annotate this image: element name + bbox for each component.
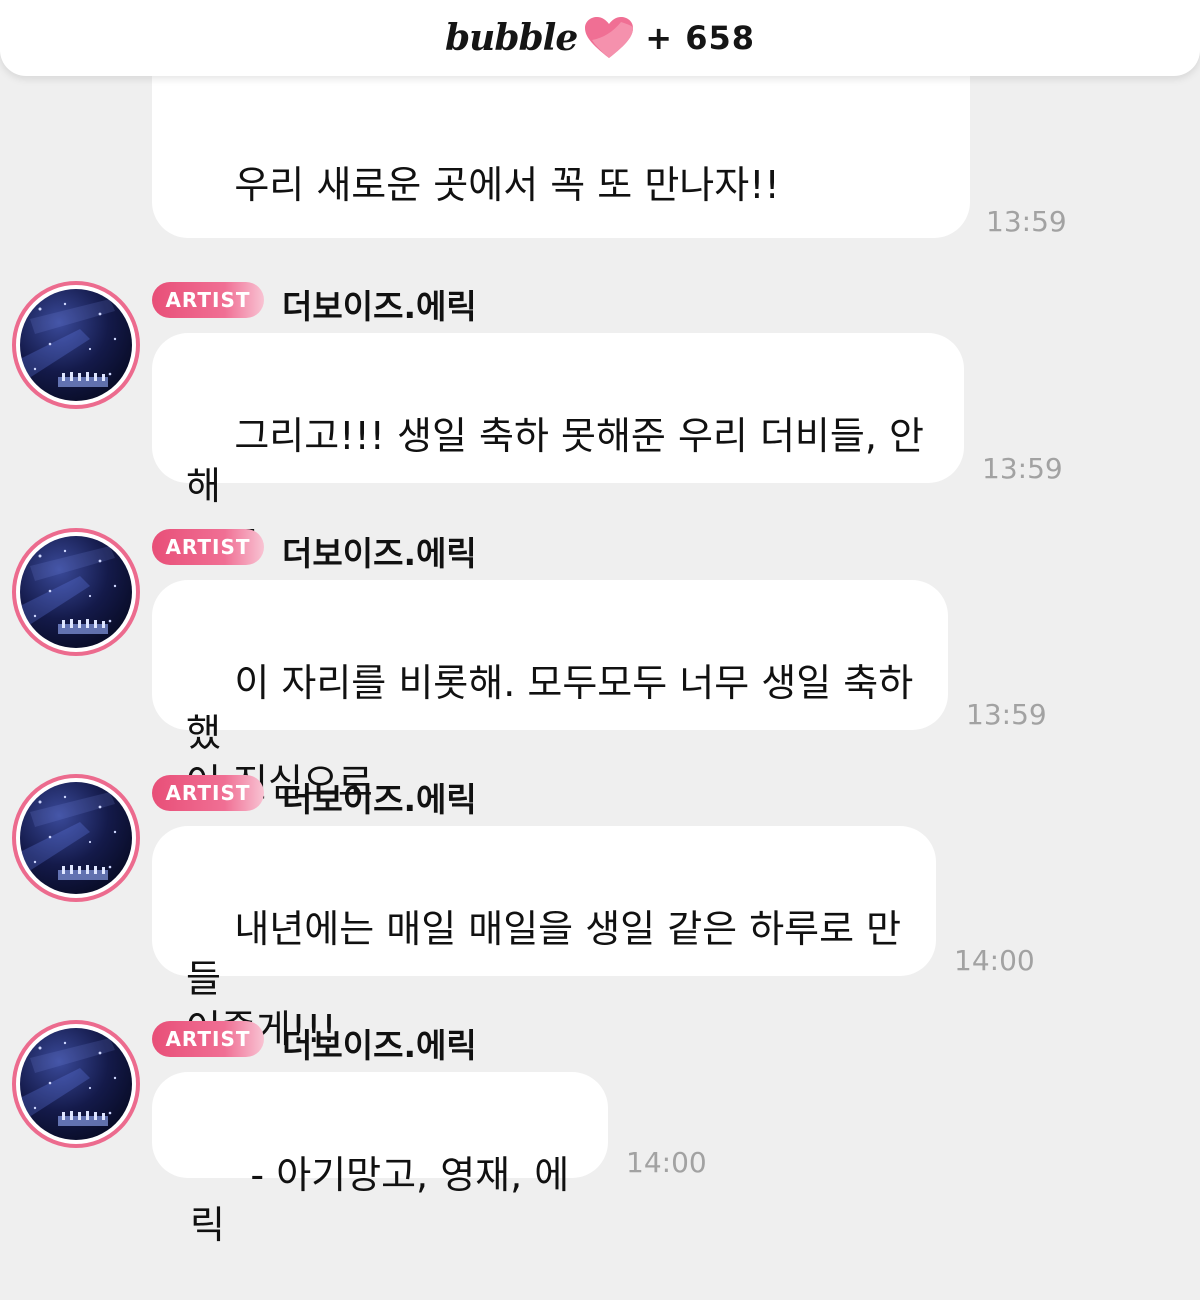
avatar[interactable]	[12, 1020, 140, 1148]
message-text: - 아기망고, 영재, 에릭	[190, 1153, 570, 1247]
avatar-photo	[20, 782, 132, 894]
message-bubble[interactable]: 그리고!!! 생일 축하 못해준 우리 더비들, 안해 ㅜㅜ	[152, 333, 964, 558]
artist-badge: ARTIST	[152, 1021, 264, 1057]
artist-badge: ARTIST	[152, 282, 264, 318]
heart-icon	[585, 17, 634, 58]
app-header: bubble + 658	[0, 0, 1200, 76]
message-text: 우리 새로운 곳에서 꼭 또 만나자!!	[234, 163, 780, 207]
avatar-photo	[20, 289, 132, 401]
brand-logo: bubble	[444, 17, 578, 59]
message-time: 14:00	[954, 944, 1035, 977]
avatar[interactable]	[12, 281, 140, 409]
avatar[interactable]	[12, 774, 140, 902]
message-bubble[interactable]: 이 자리를 비롯해. 모두모두 너무 생일 축하했 어 진심으로	[152, 580, 948, 805]
message-time: 13:59	[982, 452, 1063, 485]
avatar[interactable]	[12, 528, 140, 656]
message-time: 13:59	[986, 205, 1067, 238]
avatar-photo	[20, 1028, 132, 1140]
subscriber-count: + 658	[645, 19, 756, 57]
artist-badge: ARTIST	[152, 775, 264, 811]
message-time: 13:59	[966, 698, 1047, 731]
avatar-photo	[20, 536, 132, 648]
sender-name[interactable]: 더보이즈.에릭	[282, 1019, 477, 1067]
message-bubble[interactable]: 내년에는 매일 매일을 생일 같은 하루로 만들 어줄게!!!	[152, 826, 936, 1051]
sender-name[interactable]: 더보이즈.에릭	[282, 773, 477, 821]
message-time: 14:00	[626, 1146, 707, 1179]
artist-badge: ARTIST	[152, 529, 264, 565]
sender-name[interactable]: 더보이즈.에릭	[282, 527, 477, 575]
message-bubble[interactable]: - 아기망고, 영재, 에릭	[152, 1072, 608, 1247]
sender-name[interactable]: 더보이즈.에릭	[282, 280, 477, 328]
